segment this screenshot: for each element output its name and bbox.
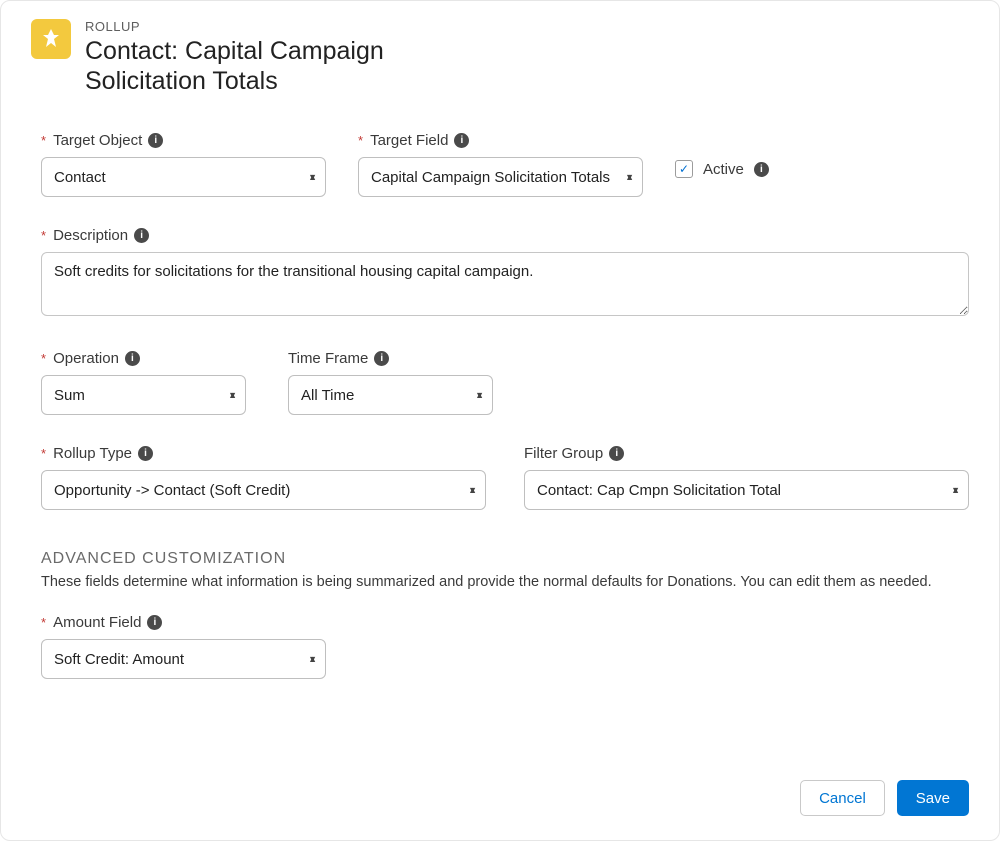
active-label: Active [703, 161, 744, 178]
cancel-button[interactable]: Cancel [800, 780, 885, 816]
rollup-type-select[interactable]: Opportunity -> Contact (Soft Credit) ▲▼ [41, 470, 486, 510]
description-group: * Description i [41, 227, 969, 316]
timeframe-select[interactable]: All Time ▲▼ [288, 375, 493, 415]
target-object-value: Contact [54, 169, 106, 186]
required-marker: * [41, 133, 46, 148]
active-group: ✓ Active i [675, 160, 769, 178]
amount-field-select[interactable]: Soft Credit: Amount ▲▼ [41, 639, 326, 679]
target-field-select[interactable]: Capital Campaign Solicitation Totals ▲▼ [358, 157, 643, 197]
amount-field-label: Amount Field [53, 614, 141, 631]
info-icon[interactable]: i [609, 446, 624, 461]
info-icon[interactable]: i [125, 351, 140, 366]
amount-field-value: Soft Credit: Amount [54, 651, 184, 668]
rollup-type-value: Opportunity -> Contact (Soft Credit) [54, 482, 290, 499]
target-object-label: Target Object [53, 132, 142, 149]
operation-label: Operation [53, 350, 119, 367]
target-field-label: Target Field [370, 132, 448, 149]
required-marker: * [41, 351, 46, 366]
target-object-group: * Target Object i Contact ▲▼ [41, 132, 326, 197]
modal-header: ROLLUP Contact: Capital Campaign Solicit… [31, 19, 969, 96]
info-icon[interactable]: i [148, 133, 163, 148]
target-object-select[interactable]: Contact ▲▼ [41, 157, 326, 197]
advanced-desc: These fields determine what information … [41, 574, 969, 590]
description-textarea[interactable] [41, 252, 969, 316]
header-eyebrow: ROLLUP [85, 19, 485, 34]
filter-group-value: Contact: Cap Cmpn Solicitation Total [537, 482, 781, 499]
required-marker: * [41, 446, 46, 461]
info-icon[interactable]: i [374, 351, 389, 366]
info-icon[interactable]: i [454, 133, 469, 148]
info-icon[interactable]: i [147, 615, 162, 630]
modal-footer: Cancel Save [800, 780, 969, 816]
filter-group-label: Filter Group [524, 445, 603, 462]
rollup-icon [31, 19, 71, 59]
timeframe-value: All Time [301, 387, 354, 404]
header-text: ROLLUP Contact: Capital Campaign Solicit… [85, 19, 485, 96]
info-icon[interactable]: i [754, 162, 769, 177]
advanced-title: ADVANCED CUSTOMIZATION [41, 550, 969, 568]
timeframe-label: Time Frame [288, 350, 368, 367]
required-marker: * [41, 228, 46, 243]
operation-value: Sum [54, 387, 85, 404]
active-checkbox[interactable]: ✓ [675, 160, 693, 178]
amount-field-group: * Amount Field i Soft Credit: Amount ▲▼ [41, 614, 969, 679]
advanced-section: ADVANCED CUSTOMIZATION These fields dete… [41, 550, 969, 679]
save-button[interactable]: Save [897, 780, 969, 816]
operation-group: * Operation i Sum ▲▼ [41, 350, 246, 415]
filter-group-group: Filter Group i Contact: Cap Cmpn Solicit… [524, 445, 969, 510]
required-marker: * [358, 133, 363, 148]
timeframe-group: Time Frame i All Time ▲▼ [288, 350, 493, 415]
info-icon[interactable]: i [134, 228, 149, 243]
description-label: Description [53, 227, 128, 244]
required-marker: * [41, 615, 46, 630]
rollup-type-group: * Rollup Type i Opportunity -> Contact (… [41, 445, 486, 510]
target-field-value: Capital Campaign Solicitation Totals [371, 169, 610, 186]
operation-select[interactable]: Sum ▲▼ [41, 375, 246, 415]
info-icon[interactable]: i [138, 446, 153, 461]
filter-group-select[interactable]: Contact: Cap Cmpn Solicitation Total ▲▼ [524, 470, 969, 510]
target-field-group: * Target Field i Capital Campaign Solici… [358, 132, 643, 197]
page-title: Contact: Capital Campaign Solicitation T… [85, 36, 485, 96]
rollup-type-label: Rollup Type [53, 445, 132, 462]
rollup-modal: ROLLUP Contact: Capital Campaign Solicit… [0, 0, 1000, 841]
